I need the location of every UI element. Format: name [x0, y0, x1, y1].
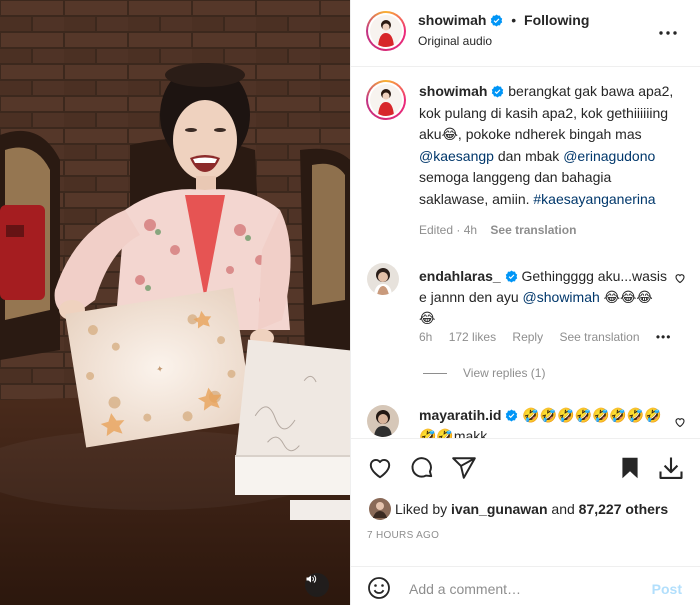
speaker-icon [306, 575, 317, 583]
likes-summary: Liked by ivan_gunawan and 87,227 others [369, 498, 668, 520]
view-replies-label: View replies (1) [463, 366, 546, 380]
share-icon[interactable] [451, 455, 477, 481]
caption-story-ring[interactable] [366, 80, 406, 120]
comments-list[interactable]: showimah berangkat gak bawa apa2, kok pu… [351, 67, 700, 438]
caption-username[interactable]: showimah [419, 83, 487, 99]
comment-options-icon[interactable]: ••• [656, 330, 672, 344]
view-replies-button[interactable]: View replies (1) [423, 366, 545, 380]
like-comment-heart-icon[interactable] [674, 416, 686, 428]
avatar-image [370, 84, 402, 116]
comment-age: 6h [419, 330, 433, 344]
like-comment-heart-icon[interactable] [674, 272, 686, 284]
comment-username[interactable]: mayaratih.id [419, 407, 501, 423]
post-video[interactable]: ✦ [0, 0, 350, 605]
post-timestamp: 7 HOURS AGO [367, 530, 440, 541]
verified-badge-icon [506, 409, 518, 422]
download-icon[interactable] [657, 454, 685, 482]
verified-badge-icon [492, 85, 504, 98]
action-bar [351, 438, 700, 497]
comment-icon[interactable] [409, 455, 435, 481]
post-caption: showimah berangkat gak bawa apa2, kok pu… [419, 81, 683, 210]
see-translation-button[interactable]: See translation [490, 223, 576, 237]
caption-edited-time: Edited · 4h [419, 223, 478, 237]
post-header: showimah • Following Original audio [351, 0, 700, 67]
post-details-pane: showimah • Following Original audio show… [350, 0, 700, 605]
avatar-image [367, 405, 399, 437]
audio-toggle-button[interactable] [305, 573, 329, 597]
see-translation-button[interactable]: See translation [559, 330, 639, 344]
mention-link[interactable]: @showimah [523, 289, 600, 305]
comment-username[interactable]: endahlaras_ [419, 268, 501, 284]
separator-dot: • [511, 12, 517, 28]
replies-divider [423, 373, 447, 375]
liker-avatar-icon[interactable] [369, 498, 391, 520]
caption-meta: Edited · 4h See translation [419, 223, 586, 237]
commenter-avatar[interactable] [367, 405, 399, 437]
commenter-avatar[interactable] [367, 263, 399, 295]
avatar[interactable] [370, 15, 402, 47]
comment-meta: 6h 172 likes Reply See translation ••• [419, 330, 684, 344]
video-frame: ✦ [0, 0, 350, 605]
comment-item: endahlaras_ Gethingggg aku...wasis e jan… [419, 266, 669, 329]
add-comment-bar: Add a comment… Post [351, 566, 700, 606]
mention-link[interactable]: @kaesangp [419, 148, 494, 164]
save-bookmark-icon[interactable] [617, 455, 643, 481]
caption-text: dan mbak [493, 147, 564, 164]
caption-avatar[interactable] [370, 84, 402, 116]
header-username[interactable]: showimah [418, 12, 486, 28]
more-options-icon[interactable] [656, 21, 680, 45]
following-button[interactable]: Following [524, 12, 589, 28]
audio-link[interactable]: Original audio [418, 34, 492, 48]
story-ring[interactable] [366, 11, 406, 51]
likes-middle: and [547, 501, 579, 517]
post-comment-button[interactable]: Post [652, 581, 682, 597]
avatar-image [367, 263, 399, 295]
comment-likes[interactable]: 172 likes [449, 330, 496, 344]
hashtag-link[interactable]: #kaesayanganerina [533, 191, 655, 207]
mention-link[interactable]: @erinagudono [563, 148, 655, 164]
comment-input[interactable]: Add a comment… [409, 581, 521, 597]
emoji-smiley-icon[interactable] [367, 576, 391, 600]
verified-badge-icon [491, 14, 503, 27]
like-heart-icon[interactable] [367, 455, 393, 481]
verified-badge-icon [505, 270, 517, 283]
reply-button[interactable]: Reply [512, 330, 543, 344]
comment-item: mayaratih.id 🤣🤣🤣🤣🤣🤣🤣🤣🤣🤣makk [419, 405, 669, 438]
likes-count[interactable]: 87,227 others [579, 501, 669, 517]
liker-username[interactable]: ivan_gunawan [451, 501, 547, 517]
avatar-image [370, 15, 402, 47]
likes-prefix: Liked by [395, 501, 452, 517]
